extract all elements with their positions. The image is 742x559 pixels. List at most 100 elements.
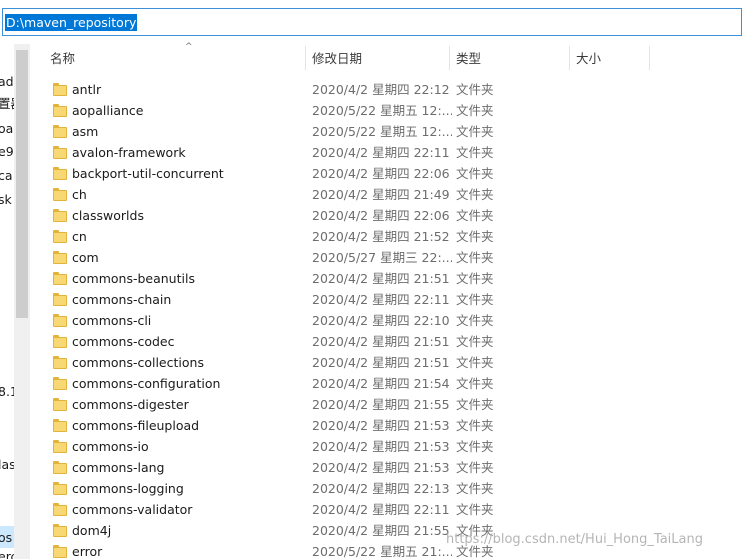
nav-item[interactable]: ca xyxy=(0,168,14,184)
nav-item[interactable]: e9 xyxy=(0,144,14,160)
file-type: 文件夹 xyxy=(456,145,494,160)
file-name: commons-codec xyxy=(72,334,175,349)
folder-icon xyxy=(53,377,67,390)
nav-scrollbar-thumb[interactable] xyxy=(16,50,28,318)
address-bar[interactable]: D:\maven_repository xyxy=(2,8,742,36)
column-header-type[interactable]: 类型 xyxy=(450,44,570,72)
file-row[interactable]: commons-chain 2020/4/2 星期四 22:11 文件夹 xyxy=(30,289,742,310)
folder-icon xyxy=(53,398,67,411)
file-name: com xyxy=(72,250,99,265)
folder-icon xyxy=(53,104,67,117)
file-type: 文件夹 xyxy=(456,292,494,307)
nav-item[interactable]: 8.1 xyxy=(0,384,14,400)
file-row[interactable]: cn 2020/4/2 星期四 21:52 文件夹 xyxy=(30,226,742,247)
file-row[interactable]: commons-beanutils 2020/4/2 星期四 21:51 文件夹 xyxy=(30,268,742,289)
file-modified-date: 2020/4/2 星期四 22:11 xyxy=(312,502,450,517)
file-type: 文件夹 xyxy=(456,481,494,496)
folder-icon xyxy=(53,440,67,453)
file-modified-date: 2020/4/2 星期四 21:52 xyxy=(312,229,450,244)
file-modified-date: 2020/4/2 星期四 22:06 xyxy=(312,208,450,223)
file-row[interactable]: commons-cli 2020/4/2 星期四 22:10 文件夹 xyxy=(30,310,742,331)
file-type: 文件夹 xyxy=(456,334,494,349)
file-name: commons-logging xyxy=(72,481,184,496)
folder-icon xyxy=(53,230,67,243)
file-row[interactable]: commons-digester 2020/4/2 星期四 21:55 文件夹 xyxy=(30,394,742,415)
folder-icon xyxy=(53,524,67,537)
file-modified-date: 2020/4/2 星期四 21:51 xyxy=(312,355,450,370)
file-row[interactable]: commons-validator 2020/4/2 星期四 22:11 文件夹 xyxy=(30,499,742,520)
folder-icon xyxy=(53,209,67,222)
file-modified-date: 2020/4/2 星期四 22:12 xyxy=(312,82,450,97)
file-name: commons-chain xyxy=(72,292,172,307)
sort-ascending-icon: ^ xyxy=(185,42,193,52)
file-row[interactable]: backport-util-concurrent 2020/4/2 星期四 22:… xyxy=(30,163,742,184)
folder-icon xyxy=(53,461,67,474)
file-modified-date: 2020/4/2 星期四 21:55 xyxy=(312,523,450,538)
nav-item[interactable]: os xyxy=(0,530,14,546)
file-type: 文件夹 xyxy=(456,187,494,202)
file-type: 文件夹 xyxy=(456,502,494,517)
folder-icon xyxy=(53,293,67,306)
file-row[interactable]: com 2020/5/27 星期三 22:... 文件夹 xyxy=(30,247,742,268)
file-name: commons-digester xyxy=(72,397,189,412)
nav-item[interactable]: 置器 xyxy=(0,96,14,112)
file-row[interactable]: commons-collections 2020/4/2 星期四 21:51 文件夹 xyxy=(30,352,742,373)
file-row[interactable]: asm 2020/5/22 星期五 12:... 文件夹 xyxy=(30,121,742,142)
nav-item[interactable]: erc xyxy=(0,549,14,559)
address-path[interactable]: D:\maven_repository xyxy=(5,14,138,31)
folder-icon xyxy=(53,482,67,495)
file-row[interactable]: antlr 2020/4/2 星期四 22:12 文件夹 xyxy=(30,79,742,100)
column-header-date[interactable]: 修改日期 xyxy=(306,44,450,72)
column-header-name-label: 名称 xyxy=(50,51,76,66)
file-row[interactable]: commons-codec 2020/4/2 星期四 21:51 文件夹 xyxy=(30,331,742,352)
nav-item[interactable]: ad xyxy=(0,74,14,90)
file-row[interactable]: aopalliance 2020/5/22 星期五 12:... 文件夹 xyxy=(30,100,742,121)
file-type: 文件夹 xyxy=(456,103,494,118)
nav-item[interactable]: las xyxy=(0,457,14,473)
file-type: 文件夹 xyxy=(456,397,494,412)
column-header-row: ^ 名称 修改日期 类型 大小 xyxy=(30,42,742,72)
file-modified-date: 2020/5/27 星期三 22:... xyxy=(312,250,452,265)
file-row[interactable]: commons-fileupload 2020/4/2 星期四 21:53 文件夹 xyxy=(30,415,742,436)
column-header-size[interactable]: 大小 xyxy=(570,44,650,72)
file-name: avalon-framework xyxy=(72,145,186,160)
file-modified-date: 2020/5/22 星期五 21:... xyxy=(312,544,452,559)
file-type: 文件夹 xyxy=(456,208,494,223)
file-row[interactable]: commons-logging 2020/4/2 星期四 22:13 文件夹 xyxy=(30,478,742,499)
folder-icon xyxy=(53,188,67,201)
nav-item[interactable]: oa xyxy=(0,121,14,137)
file-modified-date: 2020/4/2 星期四 21:51 xyxy=(312,271,450,286)
folder-icon xyxy=(53,314,67,327)
file-modified-date: 2020/4/2 星期四 22:11 xyxy=(312,145,450,160)
file-name: commons-io xyxy=(72,439,149,454)
file-name: classworlds xyxy=(72,208,144,223)
file-type: 文件夹 xyxy=(456,229,494,244)
column-header-size-label: 大小 xyxy=(576,51,602,66)
file-type: 文件夹 xyxy=(456,271,494,286)
watermark: https://blog.csdn.net/Hui_Hong_TaiLang xyxy=(446,532,703,547)
column-divider[interactable] xyxy=(649,46,650,70)
nav-item[interactable]: sk xyxy=(0,192,14,208)
column-header-name[interactable]: ^ 名称 xyxy=(44,42,306,72)
file-name: commons-fileupload xyxy=(72,418,200,433)
file-row[interactable]: commons-io 2020/4/2 星期四 21:53 文件夹 xyxy=(30,436,742,457)
folder-icon xyxy=(53,503,67,516)
file-modified-date: 2020/5/22 星期五 12:... xyxy=(312,103,452,118)
file-name: cn xyxy=(72,229,87,244)
file-name: commons-cli xyxy=(72,313,152,328)
folder-icon xyxy=(53,272,67,285)
file-name: commons-validator xyxy=(72,502,193,517)
file-row[interactable]: commons-lang 2020/4/2 星期四 21:53 文件夹 xyxy=(30,457,742,478)
file-name: commons-lang xyxy=(72,460,165,475)
file-row[interactable]: classworlds 2020/4/2 星期四 22:06 文件夹 xyxy=(30,205,742,226)
file-row[interactable]: avalon-framework 2020/4/2 星期四 22:11 文件夹 xyxy=(30,142,742,163)
file-modified-date: 2020/4/2 星期四 21:49 xyxy=(312,187,450,202)
folder-icon xyxy=(53,335,67,348)
file-type: 文件夹 xyxy=(456,418,494,433)
file-name: commons-configuration xyxy=(72,376,221,391)
file-modified-date: 2020/4/2 星期四 21:54 xyxy=(312,376,450,391)
file-name: error xyxy=(72,544,103,559)
file-row[interactable]: commons-configuration 2020/4/2 星期四 21:54 文… xyxy=(30,373,742,394)
file-row[interactable]: ch 2020/4/2 星期四 21:49 文件夹 xyxy=(30,184,742,205)
file-name: asm xyxy=(72,124,99,139)
